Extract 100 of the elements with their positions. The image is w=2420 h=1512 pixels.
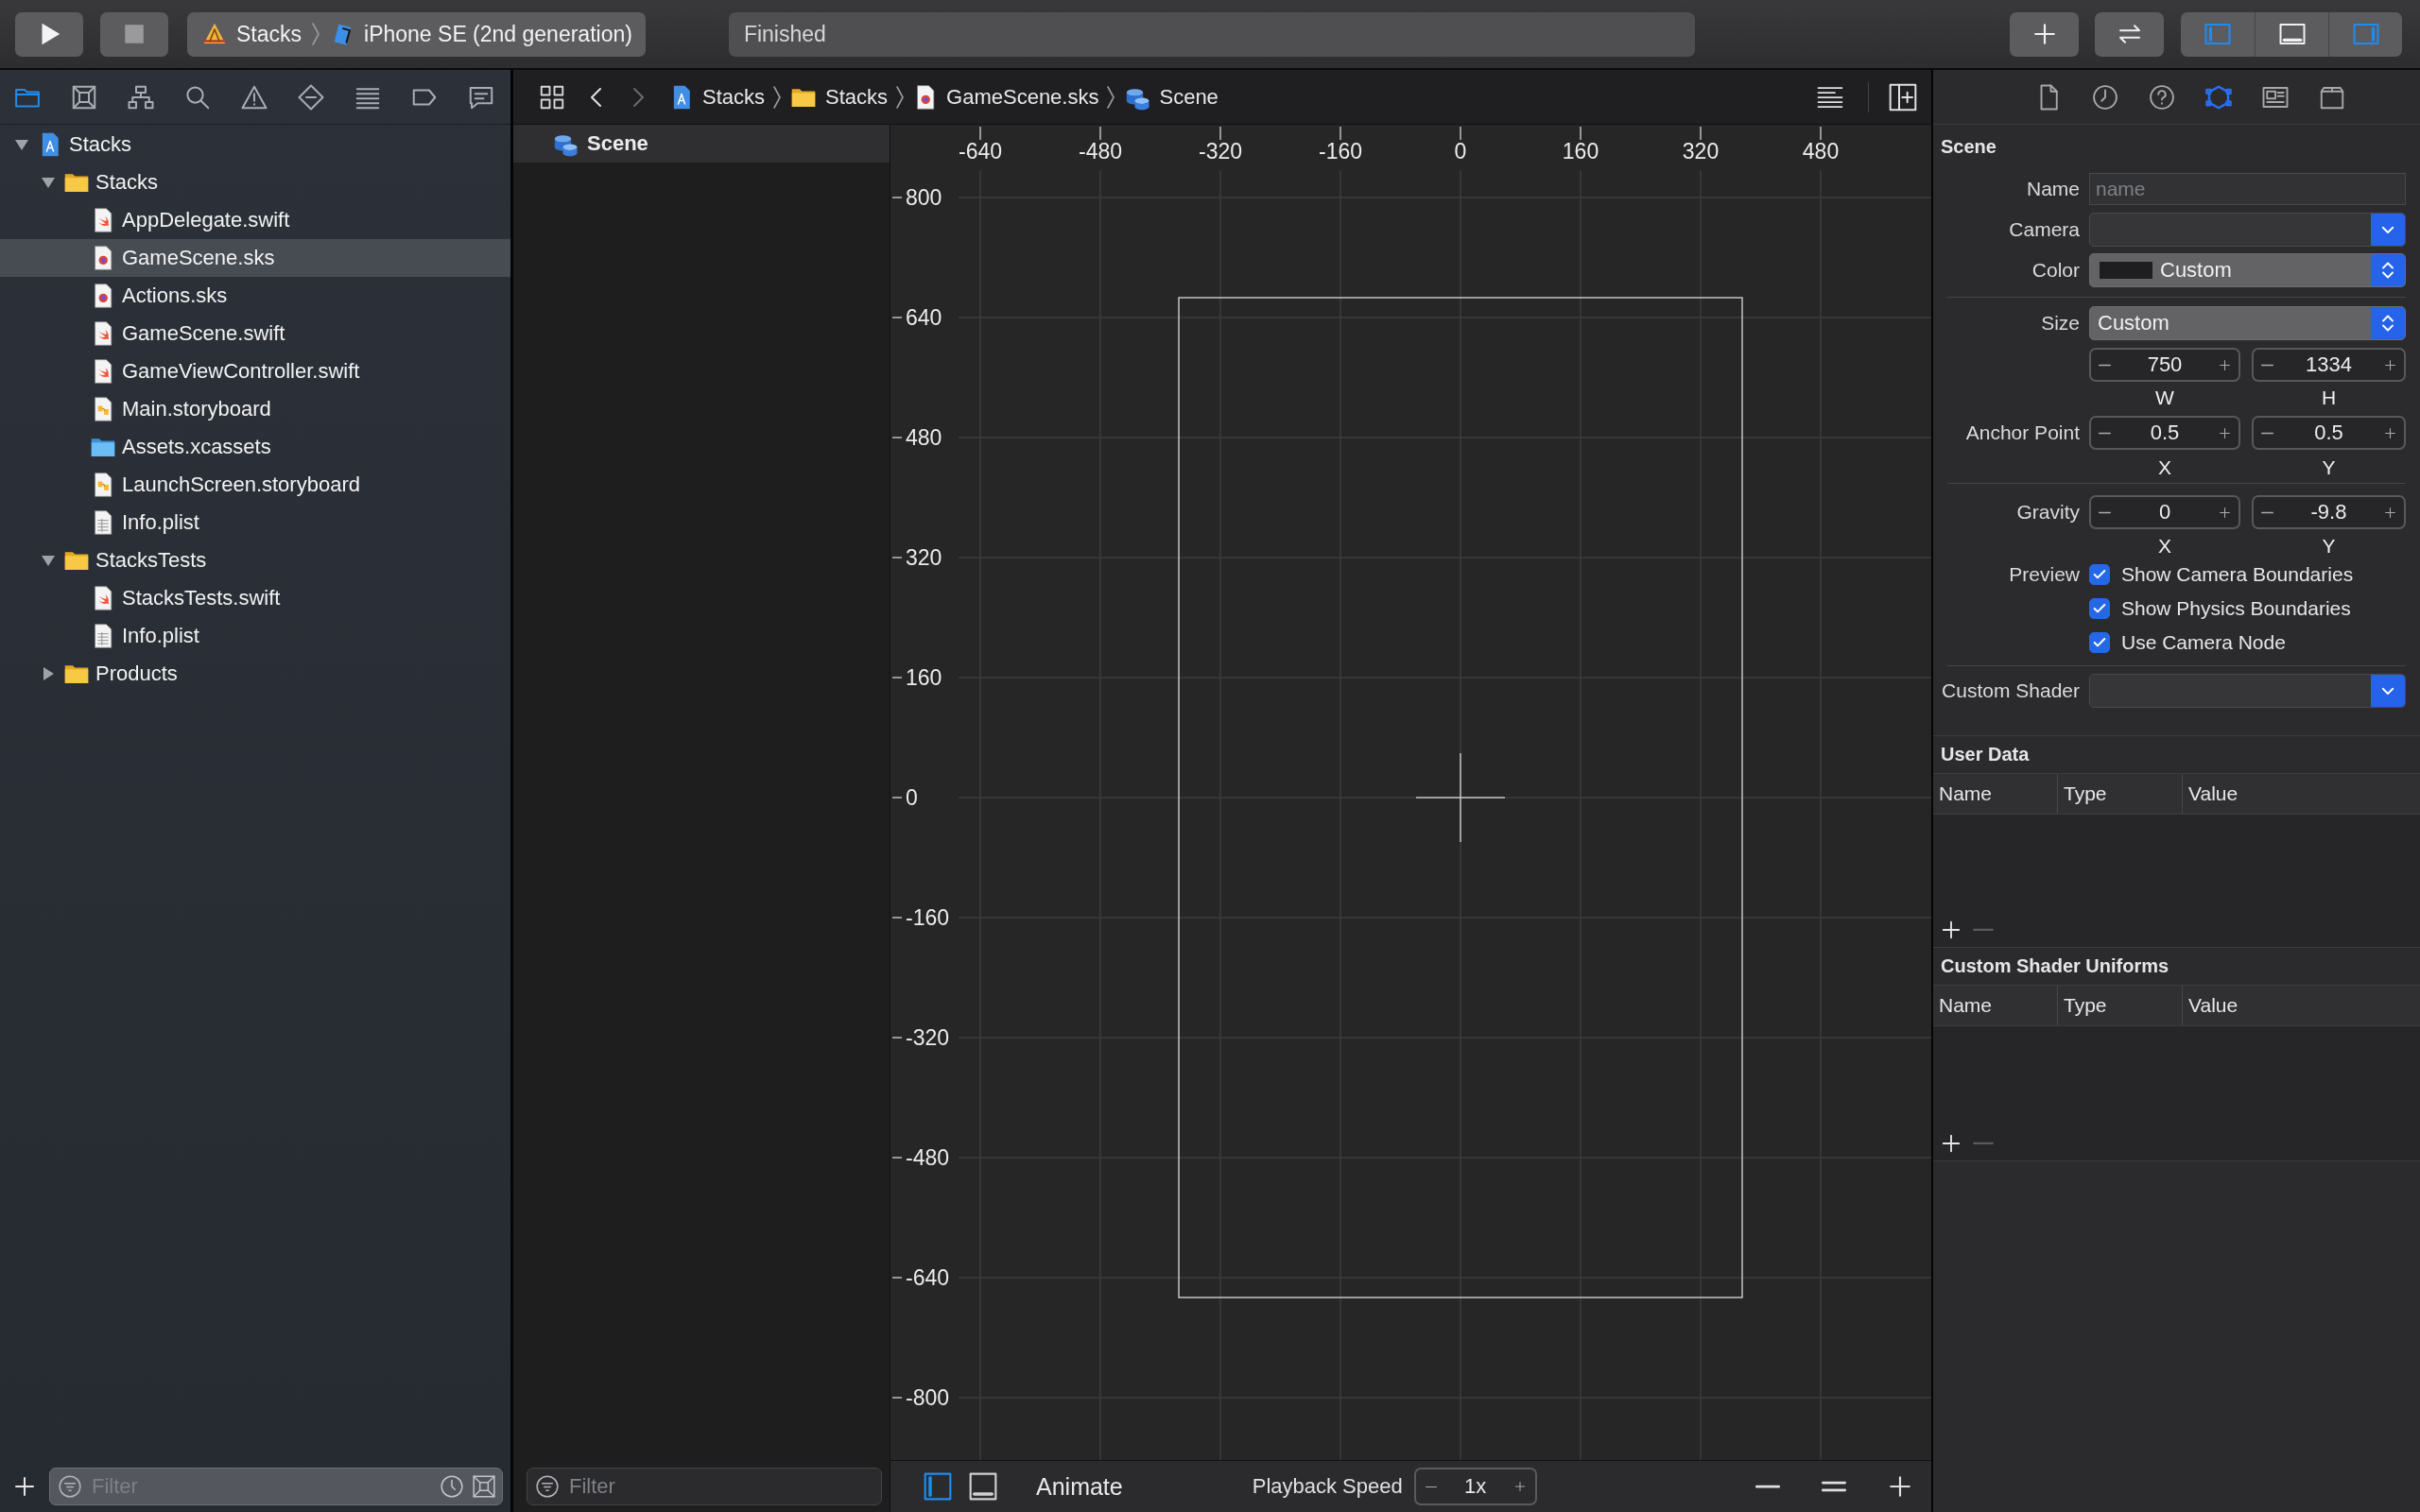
chevron-icon bbox=[1106, 84, 1116, 110]
disclosure-triangle-icon[interactable] bbox=[41, 666, 56, 681]
plus-icon[interactable] bbox=[2384, 426, 2396, 439]
color-swatch bbox=[2100, 261, 2152, 279]
ruler-label: -480 bbox=[1079, 139, 1122, 163]
zoom-out-icon[interactable] bbox=[1755, 1484, 1780, 1489]
stepper-field[interactable]: 1334 bbox=[2252, 348, 2406, 382]
minus-icon[interactable] bbox=[2261, 431, 2273, 435]
navigator-row[interactable]: Main.storyboard bbox=[0, 390, 510, 428]
path-item[interactable]: Stacks bbox=[789, 83, 889, 111]
navigator-row[interactable]: GameViewController.swift bbox=[0, 352, 510, 390]
ruler-label: -480 bbox=[906, 1145, 950, 1170]
camera-popup[interactable] bbox=[2089, 212, 2406, 247]
outline-row[interactable]: Scene bbox=[513, 125, 890, 163]
filter-input[interactable]: Filter bbox=[567, 1472, 875, 1500]
add-icon[interactable] bbox=[13, 1474, 36, 1498]
plus-icon[interactable] bbox=[2384, 506, 2396, 519]
column-header: Type bbox=[2057, 986, 2182, 1025]
navigator-row[interactable]: Products bbox=[0, 655, 510, 693]
navigator-row[interactable]: AppDelegate.swift bbox=[0, 201, 510, 239]
clock-icon[interactable] bbox=[440, 1473, 464, 1499]
file-name: Info.plist bbox=[122, 510, 199, 535]
minus-icon[interactable] bbox=[2099, 510, 2111, 514]
ruler-label: 160 bbox=[1562, 139, 1599, 163]
clock-icon bbox=[2090, 82, 2119, 112]
ruler-label: -160 bbox=[1319, 139, 1362, 163]
minus-icon[interactable] bbox=[2099, 431, 2111, 435]
chevron-icon bbox=[772, 84, 783, 110]
view-toggle[interactable] bbox=[923, 1471, 953, 1502]
disclosure-triangle-icon[interactable] bbox=[14, 137, 29, 152]
remove-icon bbox=[1973, 928, 1994, 932]
minus-icon[interactable] bbox=[1425, 1485, 1437, 1488]
navigator-row[interactable]: Info.plist bbox=[0, 504, 510, 541]
inspector-tab[interactable] bbox=[2090, 82, 2119, 112]
navigator-row[interactable]: Actions.sks bbox=[0, 277, 510, 315]
plus-icon[interactable] bbox=[2219, 426, 2231, 439]
navigator-row[interactable]: StacksTests bbox=[0, 541, 510, 579]
device-button[interactable]: iPhone SE (2nd generation) bbox=[326, 11, 636, 57]
disclosure-triangle-icon[interactable] bbox=[41, 553, 56, 568]
disclosure-triangle-icon[interactable] bbox=[41, 175, 56, 190]
checkbox[interactable] bbox=[2089, 598, 2110, 619]
filter-field[interactable]: Filter bbox=[527, 1467, 882, 1505]
file-name: AppDelegate.swift bbox=[122, 208, 290, 232]
field-caption: H bbox=[2320, 387, 2338, 409]
navigator-row[interactable]: StacksTests.swift bbox=[0, 579, 510, 617]
navigator-row[interactable]: Stacks bbox=[0, 163, 510, 201]
minus-icon[interactable] bbox=[2099, 363, 2111, 367]
filter-icon bbox=[535, 1473, 560, 1499]
minus-icon[interactable] bbox=[2261, 363, 2273, 367]
navigator-row[interactable]: Stacks bbox=[0, 126, 510, 163]
swap-button[interactable] bbox=[2095, 11, 2164, 57]
file-name: GameScene.sks bbox=[122, 246, 275, 270]
stop-icon bbox=[122, 22, 147, 46]
navigator-row[interactable]: Info.plist bbox=[0, 617, 510, 655]
size-popup[interactable]: Custom bbox=[2089, 306, 2406, 340]
help-icon bbox=[2147, 82, 2176, 112]
run-button[interactable] bbox=[15, 11, 83, 57]
navigator-tab[interactable] bbox=[297, 82, 325, 112]
add-editor-icon[interactable] bbox=[1888, 81, 1918, 112]
ruler-label: 800 bbox=[906, 185, 942, 210]
status-field: Finished bbox=[728, 11, 1695, 57]
zoom-in-icon[interactable] bbox=[1888, 1474, 1912, 1499]
plus-icon[interactable] bbox=[2384, 358, 2396, 371]
stepper-field[interactable]: 0.5 bbox=[2252, 416, 2406, 450]
equals-icon[interactable] bbox=[1822, 1481, 1846, 1492]
ruler-label: 0 bbox=[906, 785, 918, 810]
add-icon[interactable] bbox=[1941, 919, 1962, 940]
navigator-row[interactable]: Assets.xcassets bbox=[0, 428, 510, 466]
ruler-label: -320 bbox=[906, 1025, 950, 1050]
stepper-field[interactable]: 0.5 bbox=[2089, 416, 2240, 450]
inspector-tab[interactable] bbox=[2147, 82, 2176, 112]
stepper-field[interactable]: 0 bbox=[2089, 495, 2240, 529]
minus-icon[interactable] bbox=[2261, 510, 2273, 514]
scheme-button[interactable]: Stacks bbox=[197, 11, 306, 57]
stepper-field[interactable]: -9.8 bbox=[2252, 495, 2406, 529]
navigator-row[interactable]: LaunchScreen.storyboard bbox=[0, 466, 510, 504]
view-toggle[interactable] bbox=[968, 1471, 998, 1502]
playback-speed-label: Playback Speed bbox=[1252, 1474, 1403, 1499]
color-popup[interactable]: Custom bbox=[2089, 252, 2406, 287]
plus-icon[interactable] bbox=[1513, 1481, 1526, 1492]
navigator-row[interactable]: GameScene.sks bbox=[0, 239, 510, 277]
path-item[interactable]: Scene bbox=[1123, 82, 1219, 112]
plus-icon[interactable] bbox=[2219, 358, 2231, 371]
add-button[interactable] bbox=[2010, 11, 2079, 57]
checkbox[interactable] bbox=[2089, 564, 2110, 585]
stop-button[interactable] bbox=[100, 11, 168, 57]
animate-button[interactable]: Animate bbox=[1036, 1472, 1123, 1501]
checkbox[interactable] bbox=[2089, 632, 2110, 653]
square-cross-icon[interactable] bbox=[472, 1473, 496, 1499]
file-name: Assets.xcassets bbox=[122, 435, 271, 459]
navigator-row[interactable]: GameScene.swift bbox=[0, 315, 510, 352]
path-item[interactable]: Stacks bbox=[668, 83, 766, 111]
add-icon[interactable] bbox=[1941, 1133, 1962, 1154]
path-item[interactable]: GameScene.sks bbox=[912, 83, 1099, 111]
field-caption: W bbox=[2154, 387, 2175, 409]
name-field[interactable]: name bbox=[2089, 172, 2406, 205]
plus-icon[interactable] bbox=[2219, 506, 2231, 519]
popup-value: Custom bbox=[2097, 311, 2170, 335]
playback-speed-stepper[interactable]: 1x bbox=[1413, 1468, 1537, 1505]
stepper-field[interactable]: 750 bbox=[2089, 348, 2240, 382]
